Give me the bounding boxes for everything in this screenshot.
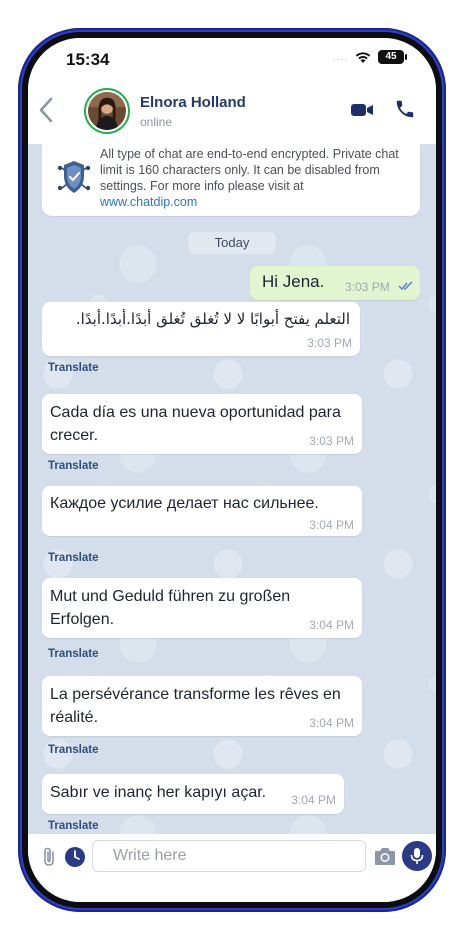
status-time: 15:34 [66,50,110,69]
message-text: Каждое усилие делает нас сильнее. [50,495,319,512]
message-text: Hi Jena. [262,272,325,291]
message-text: Sabır ve inanç her kapıyı açar. [50,784,267,801]
chat-screen: 15:34 .... 45 Elnora Holland online All … [28,38,436,902]
translate-link[interactable]: Translate [48,362,99,374]
message-time: 3:04 PM [309,716,354,730]
shield-lock-icon [57,161,91,193]
chat-header: 15:34 .... 45 Elnora Holland online [28,38,436,144]
encryption-text: All type of chat are end-to-end encrypte… [100,147,399,209]
message-bubble-incoming[interactable]: Mut und Geduld führen zu großen Erfolgen… [42,578,362,638]
message-time: 3:03 PM [309,434,354,448]
message-composer [28,834,436,902]
signal-icon: .... [332,51,348,63]
message-text: Mut und Geduld führen zu großen Erfolgen… [50,588,291,628]
message-bubble-incoming[interactable]: La persévérance transforme les rêves en … [42,676,362,736]
message-bubble-incoming[interactable]: Sabır ve inanç her kapıyı açar. 3:04 PM [42,774,344,814]
message-time: 3:03 PM [345,280,390,294]
encryption-notice: All type of chat are end-to-end encrypte… [42,144,420,216]
status-indicators: .... 45 [332,50,407,64]
back-arrow-icon[interactable] [38,96,54,124]
date-separator: Today [188,232,276,254]
message-time: 3:04 PM [291,793,336,807]
message-bubble-incoming[interactable]: Каждое усилие делает нас сильнее. 3:04 P… [42,486,362,536]
message-time: 3:04 PM [309,518,354,532]
translate-link[interactable]: Translate [48,460,99,472]
translate-link[interactable]: Translate [48,552,99,564]
message-input[interactable] [92,840,366,872]
contact-name[interactable]: Elnora Holland [140,94,246,111]
read-receipt-icon [398,281,413,291]
avatar[interactable] [84,88,130,134]
translate-link[interactable]: Translate [48,648,99,660]
message-text: التعلم يفتح أبوابًا لا لا تُغلق تُغلق أب… [75,310,350,328]
message-list[interactable]: All type of chat are end-to-end encrypte… [28,144,436,834]
translate-link[interactable]: Translate [48,744,99,756]
message-bubble-incoming[interactable]: التعلم يفتح أبوابًا لا لا تُغلق تُغلق أب… [42,302,360,356]
message-time: 3:03 PM [307,336,352,350]
camera-icon[interactable] [373,845,397,867]
contact-status: online [140,115,173,129]
voice-record-button[interactable] [402,841,432,871]
schedule-clock-icon[interactable] [64,846,86,868]
battery-icon: 45 [378,50,407,64]
translate-link[interactable]: Translate [48,820,99,832]
chatdip-link[interactable]: www.chatdip.com [100,195,197,209]
attachment-icon[interactable] [40,846,58,868]
avatar-photo [88,92,126,130]
video-call-icon[interactable] [350,101,374,119]
message-bubble-outgoing[interactable]: Hi Jena. 3:03 PM [250,266,420,300]
message-bubble-incoming[interactable]: Cada día es una nueva oportunidad para c… [42,394,362,454]
message-time: 3:04 PM [309,618,354,632]
wifi-icon [355,52,371,63]
phone-call-icon[interactable] [394,98,416,120]
microphone-icon [410,848,424,864]
